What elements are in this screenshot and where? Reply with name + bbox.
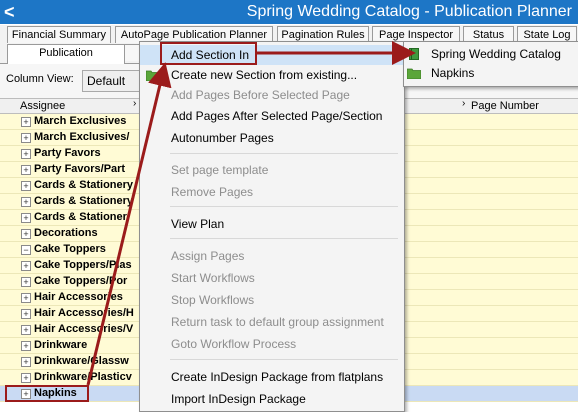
annotation-arrows: [86, 41, 416, 386]
annotation-arrow-to-menu: [86, 62, 172, 386]
